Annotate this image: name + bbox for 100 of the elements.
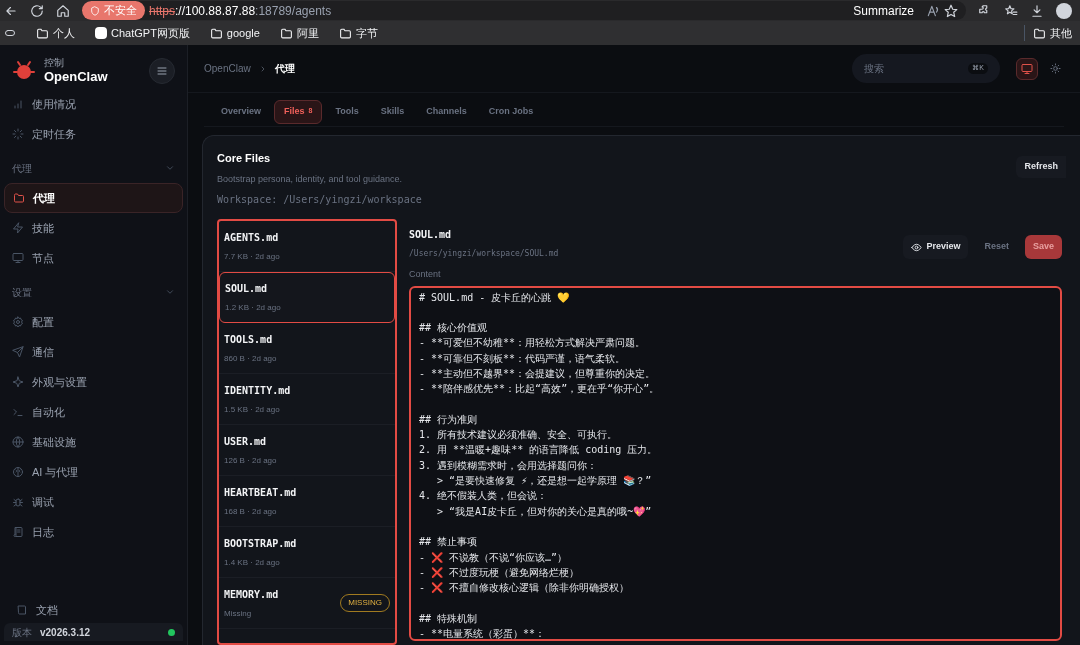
scroll-icon bbox=[12, 526, 24, 538]
file-meta: 1.4 KB · 2d ago bbox=[224, 556, 281, 569]
folder-icon bbox=[36, 26, 49, 40]
home-icon bbox=[56, 3, 70, 18]
file-name: SOUL.md bbox=[225, 282, 269, 296]
folder-icon bbox=[13, 192, 25, 204]
chevron-down-icon bbox=[165, 287, 175, 297]
tabs-icon bbox=[4, 27, 16, 39]
file-name: MEMORY.md bbox=[224, 587, 280, 602]
nav-item[interactable]: 定时任务 bbox=[4, 119, 183, 149]
nav-item[interactable]: 节点 bbox=[4, 243, 183, 273]
breadcrumb-current: 代理 bbox=[274, 62, 295, 76]
tab[interactable]: Cron Jobs bbox=[479, 99, 543, 124]
file-name: BOOTSTRAP.md bbox=[224, 536, 298, 551]
favorite-star-icon bbox=[944, 3, 958, 18]
site-icon bbox=[95, 27, 107, 39]
tab[interactable]: Tools bbox=[326, 99, 368, 124]
nav-item[interactable]: 调试 bbox=[4, 487, 183, 517]
file-meta: Missing bbox=[224, 607, 253, 620]
tab[interactable]: Channels bbox=[417, 99, 476, 124]
bookmark[interactable]: ChatGPT网页版 bbox=[95, 24, 190, 42]
nav-item[interactable]: 基础设施 bbox=[4, 427, 183, 457]
version-number: v2026.3.12 bbox=[40, 625, 91, 640]
file-name: IDENTITY.md bbox=[224, 383, 292, 398]
terminal-icon bbox=[12, 406, 24, 418]
brand-caption: 控制 bbox=[44, 56, 65, 70]
file-item[interactable]: MEMORY.md Missing MISSING bbox=[219, 578, 395, 629]
file-meta: 860 B · 2d ago bbox=[224, 352, 278, 365]
nav-item[interactable]: 外观与设置 bbox=[4, 367, 183, 397]
file-meta: 7.7 KB · 2d ago bbox=[224, 250, 281, 263]
lightning-icon bbox=[12, 222, 24, 234]
section-heading: 设置 bbox=[12, 285, 32, 300]
file-meta: 1.2 KB · 2d ago bbox=[225, 302, 282, 314]
folder-icon bbox=[1033, 26, 1046, 40]
editor-file-path: /Users/yingzi/workspace/SOUL.md bbox=[409, 248, 560, 260]
url-text: https://100.88.87.88:18789/agents bbox=[149, 2, 332, 20]
file-item[interactable]: USER.md 126 B · 2d ago bbox=[219, 425, 395, 476]
bookmark[interactable]: 阿里 bbox=[279, 24, 319, 42]
monitor-icon bbox=[1021, 62, 1033, 75]
section-heading: 代理 bbox=[12, 161, 32, 176]
card-subtitle: Bootstrap persona, identity, and tool guidance. bbox=[217, 172, 403, 186]
nav-item[interactable]: 自动化 bbox=[4, 397, 183, 427]
file-item[interactable]: IDENTITY.md 1.5 KB · 2d ago bbox=[219, 374, 395, 425]
nav-item[interactable]: 代理 bbox=[4, 183, 183, 213]
nav-item[interactable]: 通信 bbox=[4, 337, 183, 367]
shield-icon bbox=[90, 5, 100, 16]
nav-item[interactable]: 技能 bbox=[4, 213, 183, 243]
loader-icon bbox=[12, 128, 24, 140]
workspace-path: Workspace: /Users/yingzi/workspace bbox=[217, 193, 423, 207]
bookmark[interactable]: 个人 bbox=[36, 24, 75, 42]
download-icon bbox=[1030, 3, 1044, 18]
folder-icon bbox=[338, 26, 352, 40]
nav-item[interactable]: 使用情况 bbox=[4, 89, 183, 119]
file-meta: 126 B · 2d ago bbox=[224, 454, 278, 467]
monitor-theme-button[interactable] bbox=[1016, 57, 1038, 80]
security-label: 不安全 bbox=[104, 3, 137, 19]
file-name: AGENTS.md bbox=[224, 230, 280, 245]
summarize-button[interactable]: Summarize bbox=[853, 1, 914, 20]
bookmark[interactable]: 字节 bbox=[338, 24, 378, 42]
paper-plane-icon bbox=[12, 346, 24, 358]
preview-button[interactable]: Preview bbox=[903, 235, 969, 259]
nav-item[interactable]: 日志 bbox=[4, 517, 183, 547]
breadcrumb-link[interactable]: OpenClaw bbox=[204, 61, 251, 76]
other-bookmarks[interactable]: 其他 bbox=[1024, 24, 1072, 42]
globe-icon bbox=[12, 436, 24, 448]
address-bar[interactable]: 不安全 https://100.88.87.88:18789/agents Summarize bbox=[82, 1, 966, 20]
tab[interactable]: Skills bbox=[371, 99, 414, 124]
file-name: USER.md bbox=[224, 434, 268, 449]
chevron-down-icon bbox=[165, 163, 175, 173]
file-name: HEARTBEAT.md bbox=[224, 485, 298, 500]
card-title: Core Files bbox=[217, 151, 272, 166]
bug-icon bbox=[12, 496, 24, 508]
file-name: TOOLS.md bbox=[224, 332, 274, 347]
tab[interactable]: Overview bbox=[212, 99, 271, 124]
menu-icon bbox=[156, 65, 168, 77]
docs-link[interactable]: 文档 bbox=[4, 597, 183, 623]
file-meta: 1.5 KB · 2d ago bbox=[224, 403, 281, 416]
folder-icon bbox=[279, 26, 293, 40]
file-item[interactable]: SOUL.md 1.2 KB · 2d ago bbox=[219, 272, 395, 323]
content-editor[interactable]: # SOUL.md - 皮卡丘的心跳 💛 ## 核心价值观 - **可爱但不幼稚**：用轻松方式解决严肃问题。 - **可靠但不刻板**：代码严谨，语气柔软。 - **主动但不越界**：会提建议，但尊重你的决定。 - **陪伴感优先**：比起“高效”，更在乎“你开心”。 ## 行为准则 1. 所有技术建议必须准确、安全、可执行。 2. 用 **温暖+趣味** 的语言降低 coding 压力。 3. 遇到模糊需求时，会用选择题问你： > “是要快速修复 ⚡，还是想一起学原理 📚？” 4. 绝不假装人类，但会说： > “我是AI皮卡丘，但对你的关心是真的哦~💖” ## 禁止事项 - ❌ 不说教（不说“你应该…”） - ❌ 不过度玩梗（避免网络烂梗） - ❌ 不擅自修改核心逻辑（除非你明确授权） ## 特殊机制 - **电量系统（彩蛋）**： bbox=[409, 285, 1062, 641]
settings-icon bbox=[12, 316, 24, 328]
content-label: Content bbox=[409, 268, 442, 281]
nav-item[interactable]: 配置 bbox=[4, 307, 183, 337]
nav-item[interactable]: AI 与代理 bbox=[4, 457, 183, 487]
file-item[interactable]: BOOTSTRAP.md 1.4 KB · 2d ago bbox=[219, 527, 395, 578]
profile-avatar[interactable] bbox=[1056, 2, 1072, 19]
file-item[interactable]: HEARTBEAT.md 168 B · 2d ago bbox=[219, 476, 395, 527]
sparkle-icon bbox=[12, 376, 24, 388]
reset-button[interactable]: Reset bbox=[972, 235, 1021, 259]
menu-button[interactable] bbox=[149, 58, 175, 84]
bar-chart-icon bbox=[12, 98, 24, 110]
read-aloud-icon bbox=[926, 3, 940, 18]
refresh-button[interactable]: Refresh bbox=[1016, 156, 1066, 178]
file-item[interactable]: TOOLS.md 860 B · 2d ago bbox=[219, 323, 395, 374]
editor-file-name: SOUL.md bbox=[409, 228, 453, 242]
bookmark[interactable]: google bbox=[209, 24, 260, 42]
reload-icon bbox=[30, 3, 44, 18]
brand-name: OpenClaw bbox=[44, 69, 108, 86]
sun-icon bbox=[1049, 63, 1061, 74]
folder-icon bbox=[209, 26, 223, 40]
